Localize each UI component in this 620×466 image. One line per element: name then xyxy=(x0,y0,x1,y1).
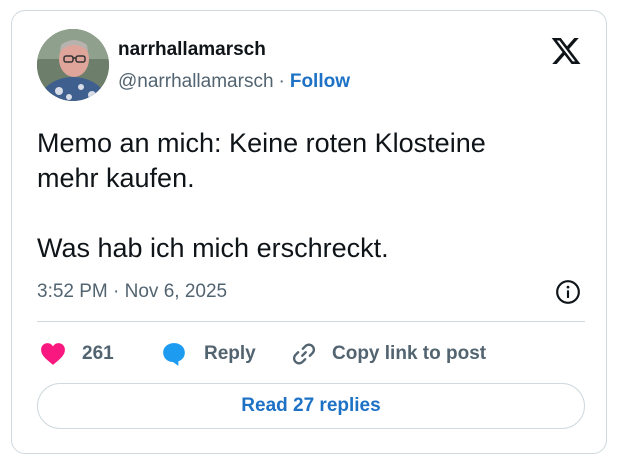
post-card: narrhallamarsch @narrhallamarsch · Follow … xyxy=(11,10,607,454)
reply-button[interactable]: Reply xyxy=(160,339,256,369)
x-logo-icon[interactable] xyxy=(549,35,583,67)
info-icon[interactable] xyxy=(555,279,581,305)
heart-icon xyxy=(41,343,65,365)
post-text: Memo an mich: Keine roten Klosteine mehr… xyxy=(37,128,486,263)
like-button[interactable]: 261 xyxy=(40,339,114,369)
follow-button[interactable]: Follow xyxy=(290,71,350,92)
post-timestamp[interactable]: 3:52 PM · Nov 6, 2025 xyxy=(37,281,227,303)
separator-dot: · xyxy=(278,71,285,92)
link-icon xyxy=(292,343,316,365)
like-count: 261 xyxy=(82,343,114,364)
read-replies-button[interactable]: Read 27 replies xyxy=(37,383,585,429)
author-handle-row: @narrhallamarsch · Follow xyxy=(118,71,350,93)
author-handle[interactable]: @narrhallamarsch xyxy=(118,71,274,92)
copy-link-button[interactable]: Copy link to post xyxy=(290,339,486,369)
author-name[interactable]: narrhallamarsch xyxy=(118,39,266,61)
copy-link-label: Copy link to post xyxy=(332,343,487,364)
reply-label: Reply xyxy=(204,343,256,364)
avatar[interactable] xyxy=(37,29,109,101)
divider xyxy=(37,321,585,322)
speech-bubble-icon xyxy=(163,343,185,366)
